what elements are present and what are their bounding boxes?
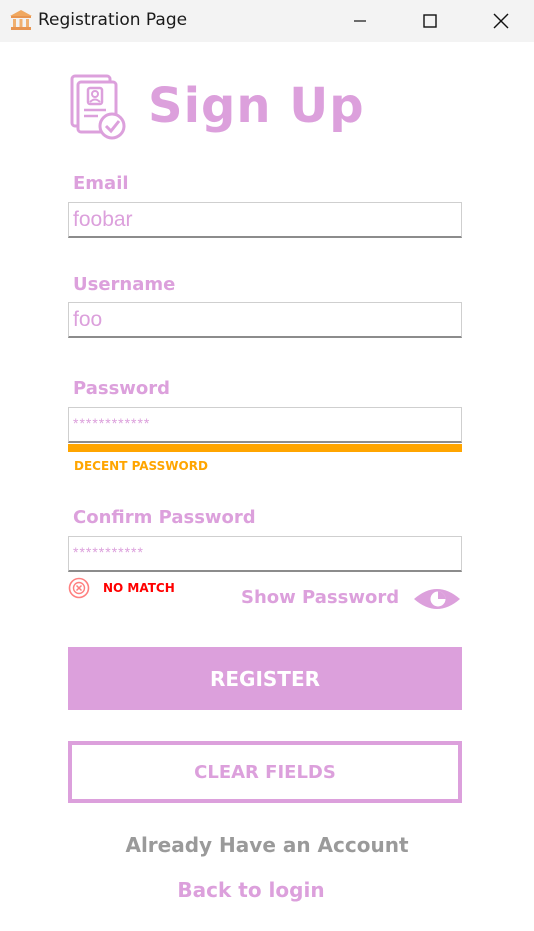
username-field[interactable] xyxy=(68,302,462,338)
minimize-icon xyxy=(354,20,366,22)
eye-icon[interactable] xyxy=(411,585,463,613)
confirm-password-field[interactable]: *********** xyxy=(68,536,462,572)
password-value[interactable]: ************ xyxy=(73,415,150,431)
window-title: Registration Page xyxy=(38,10,188,30)
email-field[interactable] xyxy=(68,202,462,238)
already-have-account-text: Already Have an Account xyxy=(125,833,409,857)
document-check-icon xyxy=(70,74,126,140)
maximize-button[interactable] xyxy=(407,0,453,42)
username-input[interactable] xyxy=(69,303,461,336)
x-circle-icon xyxy=(68,577,90,599)
back-to-login-link[interactable]: Back to login xyxy=(0,878,502,902)
page-title: Sign Up xyxy=(148,78,365,134)
password-label: Password xyxy=(73,378,171,399)
close-icon xyxy=(493,13,509,29)
title-bar: Registration Page xyxy=(0,0,534,42)
maximize-icon xyxy=(423,14,437,28)
confirm-password-label: Confirm Password xyxy=(73,507,256,528)
email-input[interactable] xyxy=(69,203,461,236)
password-strength-bar xyxy=(68,444,462,452)
password-strength-text: DECENT PASSWORD xyxy=(74,459,208,473)
username-label: Username xyxy=(73,274,176,295)
show-password-label[interactable]: Show Password xyxy=(241,587,399,608)
password-match-status: NO MATCH xyxy=(103,581,175,595)
password-field[interactable]: ************ xyxy=(68,407,462,443)
bank-icon xyxy=(10,10,32,30)
minimize-button[interactable] xyxy=(337,0,383,42)
clear-fields-button[interactable]: CLEAR FIELDS xyxy=(68,741,462,803)
confirm-password-value[interactable]: *********** xyxy=(73,544,144,560)
close-button[interactable] xyxy=(478,0,524,42)
register-button[interactable]: REGISTER xyxy=(68,647,462,710)
email-label: Email xyxy=(73,173,129,194)
